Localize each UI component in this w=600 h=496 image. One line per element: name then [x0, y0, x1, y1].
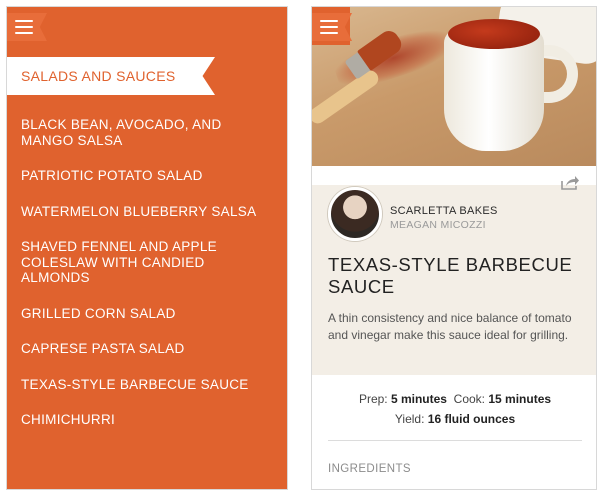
menu-item-caprese-pasta[interactable]: CAPRESE PASTA SALAD: [21, 341, 271, 357]
menu-item-potato-salad[interactable]: PATRIOTIC POTATO SALAD: [21, 168, 271, 184]
menu-item-chimichurri[interactable]: CHIMICHURRI: [21, 412, 271, 428]
yield-label: Yield:: [394, 412, 425, 426]
section-ribbon: SALADS AND SAUCES: [7, 57, 215, 95]
menu-screen: SALADS AND SAUCES BLACK BEAN, AVOCADO, A…: [6, 6, 288, 490]
recipe-hero-image: [312, 7, 596, 166]
menu-item-black-bean-salsa[interactable]: BLACK BEAN, AVOCADO, AND MANGO SALSA: [21, 117, 271, 148]
recipe-screen: SCARLETTA BAKES MEAGAN MICOZZI TEXAS-STY…: [311, 6, 597, 490]
prep-cook-times: Prep: 5 minutes Cook: 15 minutes: [312, 392, 596, 406]
section-title: SALADS AND SAUCES: [21, 68, 176, 84]
recipe-description: A thin consistency and nice balance of t…: [328, 311, 572, 342]
hamburger-menu-icon[interactable]: [15, 20, 33, 34]
menu-button[interactable]: [312, 7, 352, 45]
yield-info: Yield: 16 fluid ounces: [312, 412, 596, 426]
menu-item-fennel-coleslaw[interactable]: SHAVED FENNEL AND APPLE COLESLAW WITH CA…: [21, 239, 271, 286]
menu-item-corn-salad[interactable]: GRILLED CORN SALAD: [21, 306, 271, 322]
yield-value: 16 fluid ounces: [427, 412, 516, 426]
menu-item-watermelon-salsa[interactable]: WATERMELON BLUEBERRY SALSA: [21, 204, 271, 220]
cook-value: 15 minutes: [488, 392, 552, 406]
divider: [328, 440, 582, 441]
prep-label: Prep:: [358, 392, 388, 406]
prep-value: 5 minutes: [390, 392, 447, 406]
recipe-menu-list: BLACK BEAN, AVOCADO, AND MANGO SALSA PAT…: [21, 117, 271, 448]
menu-button[interactable]: [7, 7, 47, 45]
share-icon[interactable]: [560, 175, 580, 191]
hamburger-menu-icon[interactable]: [320, 20, 338, 34]
blog-name[interactable]: SCARLETTA BAKES: [390, 205, 498, 217]
ingredients-heading: INGREDIENTS: [328, 463, 411, 475]
cook-label: Cook:: [453, 392, 486, 406]
author-name: MEAGAN MICOZZI: [390, 219, 486, 231]
recipe-title: TEXAS-STYLE BARBECUE SAUCE: [328, 254, 573, 297]
author-avatar[interactable]: [328, 187, 382, 241]
menu-item-bbq-sauce[interactable]: TEXAS-STYLE BARBECUE SAUCE: [21, 377, 271, 393]
